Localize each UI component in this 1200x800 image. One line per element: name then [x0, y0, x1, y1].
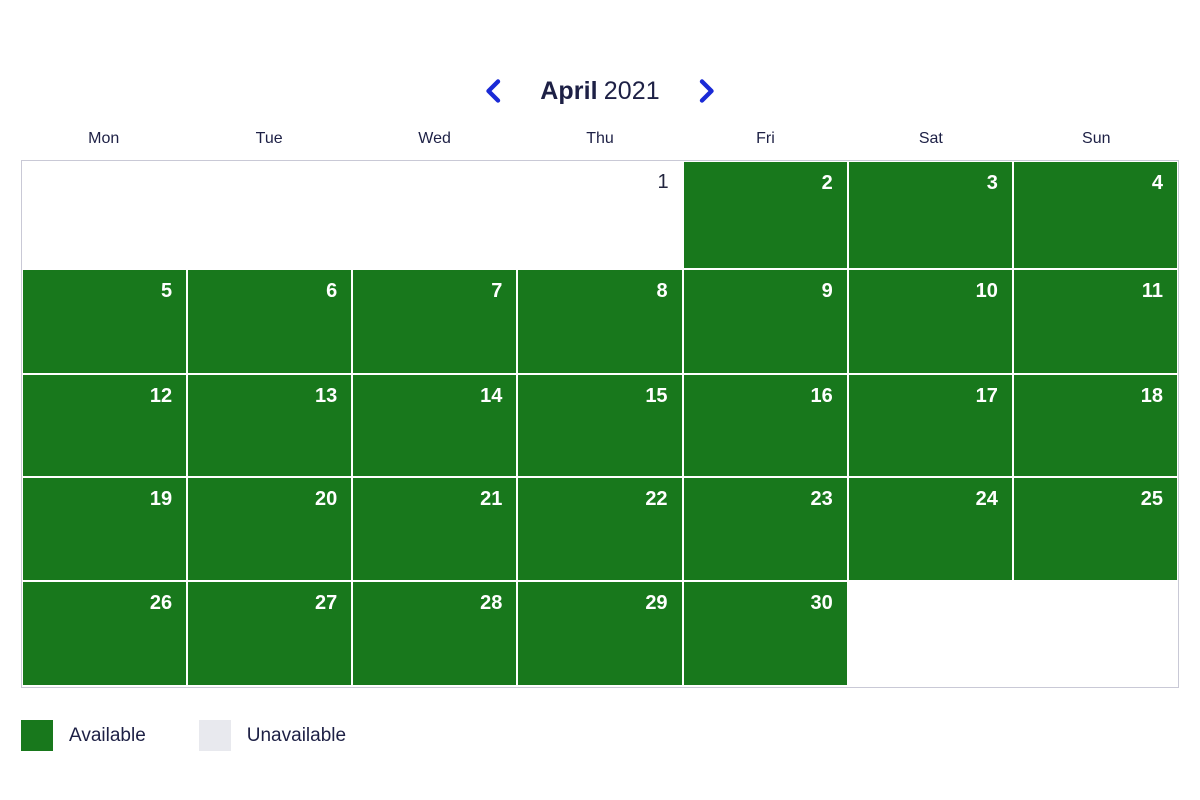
- day-cell[interactable]: 30: [682, 581, 848, 686]
- chevron-left-icon: [482, 78, 504, 104]
- day-number: 28: [480, 592, 503, 614]
- weekday-label-tue: Tue: [255, 130, 283, 147]
- day-number: 15: [645, 385, 668, 407]
- day-number: 22: [645, 488, 668, 510]
- day-number: 23: [810, 488, 833, 510]
- weekday-label-wed: Wed: [418, 130, 451, 147]
- day-number: 2: [821, 172, 833, 194]
- day-number: 1: [657, 171, 669, 193]
- day-number: 10: [975, 280, 998, 302]
- day-cell[interactable]: 14: [352, 374, 518, 477]
- day-number: 5: [161, 280, 173, 302]
- day-cell[interactable]: 3: [847, 161, 1013, 269]
- day-number: 11: [1141, 280, 1163, 302]
- day-cell[interactable]: 5: [22, 269, 188, 374]
- day-cell[interactable]: 7: [352, 269, 518, 374]
- day-cell[interactable]: 8: [517, 269, 683, 374]
- day-number: 30: [810, 592, 833, 614]
- day-number: 20: [315, 488, 338, 510]
- day-cell-empty: [352, 161, 518, 269]
- day-cell: 1: [517, 161, 683, 269]
- legend-item-available: Available: [21, 719, 146, 751]
- day-number: 19: [149, 488, 173, 510]
- day-cell[interactable]: 13: [187, 374, 353, 477]
- day-number: 17: [975, 385, 998, 407]
- legend-item-unavailable: Unavailable: [198, 719, 347, 751]
- legend-swatch-unavailable: [198, 719, 231, 751]
- day-cell[interactable]: 10: [847, 269, 1013, 374]
- legend-label-available: Available: [69, 724, 146, 746]
- day-number: 25: [1140, 488, 1163, 510]
- day-cell[interactable]: 23: [682, 477, 848, 581]
- day-cell[interactable]: 12: [22, 374, 188, 477]
- day-cell[interactable]: 20: [187, 477, 353, 581]
- day-cell[interactable]: 15: [517, 374, 683, 477]
- day-cell[interactable]: 11: [1012, 269, 1178, 374]
- day-cell-empty: [1012, 581, 1178, 686]
- day-number: 16: [810, 385, 833, 407]
- day-cell[interactable]: 2: [682, 161, 848, 269]
- calendar-header: April 2021: [0, 64, 1200, 118]
- next-month-button[interactable]: [684, 68, 730, 114]
- day-cell[interactable]: 9: [682, 269, 848, 374]
- day-cell[interactable]: 17: [847, 374, 1013, 477]
- day-cell[interactable]: 24: [847, 477, 1013, 581]
- day-number: 24: [975, 488, 998, 510]
- chevron-right-icon: [696, 78, 718, 104]
- weekday-label-thu: Thu: [586, 130, 614, 147]
- day-number: 21: [480, 488, 503, 510]
- day-cell[interactable]: 4: [1012, 161, 1178, 269]
- day-number: 7: [491, 280, 503, 302]
- day-number: 9: [821, 280, 833, 302]
- day-cell-empty: [187, 161, 353, 269]
- year-value: 2021: [603, 76, 660, 105]
- calendar-day-grid: 1 2 3 4 5 6 7 8 9 10 11 12 13 14 15 16 17 18 19 20 21 22 23 24 2…: [21, 160, 1179, 688]
- legend-label-unavailable: Unavailable: [246, 724, 347, 746]
- day-number: 3: [986, 172, 998, 194]
- day-number: 18: [1140, 385, 1163, 407]
- day-number: 6: [326, 280, 338, 302]
- day-cell[interactable]: 29: [517, 581, 683, 686]
- day-cell-empty: [847, 581, 1013, 686]
- day-number: 29: [645, 592, 668, 614]
- legend-swatch-available: [21, 719, 53, 751]
- day-number: 4: [1151, 172, 1163, 194]
- day-number: 27: [315, 592, 338, 614]
- day-cell[interactable]: 25: [1012, 477, 1178, 581]
- day-number: 8: [656, 280, 668, 302]
- day-cell[interactable]: 28: [352, 581, 518, 686]
- day-cell[interactable]: 21: [352, 477, 518, 581]
- weekday-label-fri: Fri: [756, 130, 775, 147]
- weekday-label-sun: Sun: [1082, 130, 1111, 147]
- day-cell[interactable]: 22: [517, 477, 683, 581]
- weekday-label-sat: Sat: [918, 130, 943, 147]
- day-number: 13: [315, 385, 338, 407]
- month-year-title: April 2021: [516, 76, 683, 105]
- day-cell[interactable]: 16: [682, 374, 848, 477]
- day-number: 12: [149, 385, 173, 407]
- day-cell[interactable]: 26: [22, 581, 188, 686]
- weekday-label-mon: Mon: [88, 130, 120, 147]
- availability-calendar: April 2021 Mon Tue Wed Thu Fri Sat Sun 12…: [0, 0, 1200, 800]
- day-cell[interactable]: 19: [22, 477, 188, 581]
- day-cell-empty: [22, 161, 188, 269]
- day-cell[interactable]: 6: [187, 269, 353, 374]
- day-cell[interactable]: 18: [1012, 374, 1178, 477]
- day-number: 14: [480, 385, 503, 407]
- previous-month-button[interactable]: [470, 68, 516, 114]
- month-name: April: [540, 76, 598, 105]
- legend: Available Unavailable: [21, 718, 346, 752]
- day-cell[interactable]: 27: [187, 581, 353, 686]
- weekday-header-row: Mon Tue Wed Thu Fri Sat Sun: [21, 131, 1179, 159]
- day-number: 26: [149, 592, 173, 614]
